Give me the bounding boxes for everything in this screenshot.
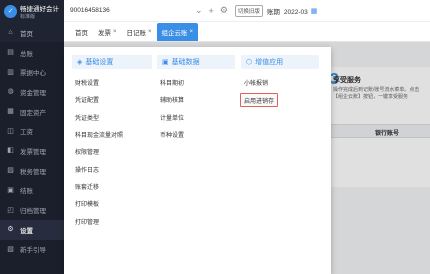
top-bar: 90016458136 ⌄ + ⚙ 切换旧版 账期 2022-03 ▦ — [64, 0, 430, 22]
column-title: 基础数据 — [171, 59, 200, 66]
menu-column-basic-settings: ◈ 基础设置 财税设置 凭证配置 凭证类型 科目现金流量对照 权限管理 操作日志… — [72, 55, 152, 230]
menu-item-expense-reimbursement[interactable]: 小帐报销 — [241, 74, 319, 91]
logo[interactable]: ✓ 畅捷通好会计 标准版 — [0, 0, 64, 22]
menu-item-opening-balance[interactable]: 科目期初 — [157, 74, 235, 91]
menu-item-print-management[interactable]: 打印管理 — [72, 212, 152, 229]
settings-icon[interactable]: ⚙ — [220, 5, 228, 16]
app-name: 畅捷通好会计 — [20, 5, 59, 13]
column-title: 基础设置 — [85, 59, 114, 66]
account-number[interactable]: 90016458136 — [64, 7, 192, 14]
menu-item-ledger-migration[interactable]: 账套迁移 — [72, 178, 152, 195]
tab-label: 首页 — [75, 30, 88, 37]
logo-icon: ✓ — [4, 4, 17, 18]
sidebar-item-label: 首页 — [20, 30, 33, 38]
menu-item-permissions[interactable]: 权限管理 — [72, 143, 152, 160]
settings-section-icon: ◈ — [77, 59, 83, 66]
menu-item-cashflow-mapping[interactable]: 科目现金流量对照 — [72, 126, 152, 143]
menu-item-units[interactable]: 计量单位 — [157, 109, 235, 126]
period-label: 账期 — [266, 8, 280, 16]
app-edition: 标准版 — [20, 13, 36, 20]
tab-home[interactable]: 首页 — [70, 23, 93, 41]
tab-invoice[interactable]: 发票 × — [93, 23, 122, 41]
sidebar-item-home[interactable]: ⌂ 首页 — [0, 23, 64, 43]
menu-item-operation-log[interactable]: 操作日志 — [72, 160, 152, 177]
menu-item-print-template[interactable]: 打印模板 — [72, 195, 152, 212]
period-selector[interactable]: 账期 2022-03 — [267, 6, 308, 16]
tab-label: 发票 — [98, 30, 111, 37]
tab-cloud-account[interactable]: 组企云账 × — [156, 23, 199, 41]
menu-column-header: ⬡ 增值应用 — [241, 55, 319, 69]
menu-column-header: ◈ 基础设置 — [72, 55, 152, 69]
tab-label: 组企云账 — [161, 30, 188, 37]
data-section-icon: ▣ — [162, 59, 169, 66]
close-icon[interactable]: × — [113, 29, 117, 35]
menu-item-currency[interactable]: 币种设置 — [157, 126, 235, 143]
column-title: 增值应用 — [255, 59, 284, 66]
menu-item-voucher-type[interactable]: 凭证类型 — [72, 109, 152, 126]
menu-item-voucher-config[interactable]: 凭证配置 — [72, 91, 152, 108]
settings-menu: ◈ 基础设置 财税设置 凭证配置 凭证类型 科目现金流量对照 权限管理 操作日志… — [64, 47, 331, 274]
menu-item-tax-settings[interactable]: 财税设置 — [72, 74, 152, 91]
menu-item-enable-inventory[interactable]: 启用进销存 — [240, 93, 278, 108]
apps-section-icon: ⬡ — [246, 59, 253, 66]
tab-bar: 首页 发票 × 日记账 × 组企云账 × — [64, 22, 430, 42]
switch-version-button[interactable]: 切换旧版 — [234, 4, 263, 17]
tab-journal[interactable]: 日记账 × — [122, 23, 157, 41]
menu-column-header: ▣ 基础数据 — [157, 55, 235, 69]
calendar-icon[interactable]: ▦ — [311, 7, 318, 15]
tab-label: 日记账 — [126, 30, 147, 37]
logo-text: 畅捷通好会计 标准版 — [20, 3, 59, 20]
close-icon[interactable]: × — [148, 29, 152, 35]
chevron-down-icon[interactable]: ⌄ — [195, 5, 203, 16]
home-icon: ⌂ — [8, 29, 13, 37]
add-icon[interactable]: + — [209, 6, 214, 16]
period-value: 2022-03 — [283, 8, 308, 16]
menu-column-basic-data: ▣ 基础数据 科目期初 辅助核算 计量单位 币种设置 — [157, 55, 235, 143]
close-icon[interactable]: × — [190, 29, 194, 35]
menu-column-value-added: ⬡ 增值应用 小帐报销 启用进销存 — [240, 55, 319, 108]
menu-item-auxiliary-accounting[interactable]: 辅助核算 — [157, 91, 235, 108]
